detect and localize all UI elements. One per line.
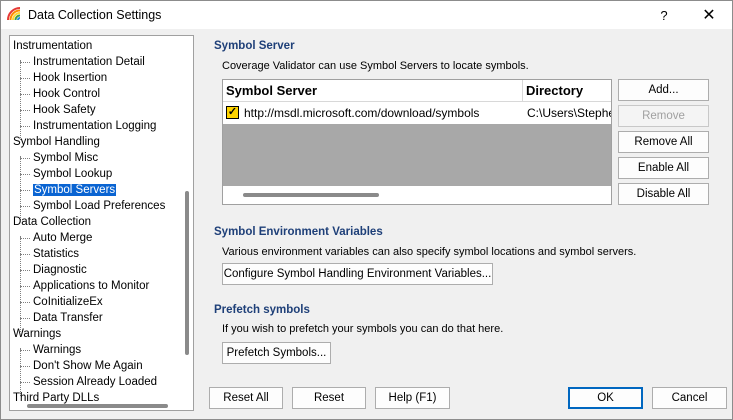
app-rainbow-icon <box>7 7 21 21</box>
title-bar: Data Collection Settings ? ✕ <box>1 1 732 29</box>
tree-horizontal-scroll-thumb[interactable] <box>27 404 168 408</box>
symbol-server-heading: Symbol Server <box>214 40 295 52</box>
prefetch-symbols-button[interactable]: Prefetch Symbols... <box>222 342 331 364</box>
ok-button[interactable]: OK <box>568 387 643 409</box>
env-vars-heading: Symbol Environment Variables <box>214 226 383 238</box>
tree-item-label: Hook Insertion <box>33 72 108 84</box>
column-header-symbol-server[interactable]: Symbol Server <box>223 80 523 102</box>
tree-item-label: Symbol Handling <box>13 136 100 148</box>
close-button[interactable]: ✕ <box>687 1 731 29</box>
cancel-button[interactable]: Cancel <box>652 387 727 409</box>
tree-item-label: Symbol Misc <box>33 152 99 164</box>
tree-item-label: Don't Show Me Again <box>33 360 143 372</box>
column-header-directory[interactable]: Directory <box>523 80 611 102</box>
tree-item-label: Data Transfer <box>33 312 103 324</box>
list-empty-area <box>223 124 611 186</box>
symbol-server-description: Coverage Validator can use Symbol Server… <box>222 60 529 72</box>
tree-child-item[interactable]: Hook Safety <box>20 102 96 118</box>
add-button[interactable]: Add... <box>618 79 709 101</box>
remove-all-button[interactable]: Remove All <box>618 131 709 153</box>
tree-child-item[interactable]: Warnings <box>19 342 82 358</box>
tree-child-item[interactable]: Symbol Misc <box>19 150 99 166</box>
symbol-server-list[interactable]: Symbol Server Directory ✓ http://msdl.mi… <box>222 79 612 205</box>
tree-child-item[interactable]: Hook Control <box>19 86 101 102</box>
tree-category-item[interactable]: Instrumentation <box>13 38 92 54</box>
help-title-button[interactable]: ? <box>642 1 686 29</box>
tree-child-item[interactable]: Session Already Loaded <box>19 374 158 390</box>
enabled-checkbox[interactable]: ✓ <box>226 106 239 119</box>
tree-item-label: Warnings <box>33 344 82 356</box>
tree-item-label: Instrumentation Detail <box>33 56 145 68</box>
tree-category-item[interactable]: Data Collection <box>13 214 91 230</box>
tree-item-label: Warnings <box>13 328 62 340</box>
disable-all-button[interactable]: Disable All <box>618 183 709 205</box>
list-horizontal-scroll-thumb[interactable] <box>243 193 379 197</box>
reset-button[interactable]: Reset <box>292 387 366 409</box>
tree-child-item[interactable]: Symbol Load Preferences <box>19 198 166 214</box>
tree-item-label: Instrumentation <box>13 40 93 52</box>
tree-item-label: Symbol Load Preferences <box>33 200 166 212</box>
tree-category-item[interactable]: Symbol Handling <box>13 134 100 150</box>
tree-item-label: Session Already Loaded <box>33 376 158 388</box>
server-url-cell: http://msdl.microsoft.com/download/symbo… <box>244 106 480 120</box>
tree-child-item[interactable]: Auto Merge <box>19 230 93 246</box>
tree-item-label: CoInitializeEx <box>33 296 103 308</box>
help-button[interactable]: Help (F1) <box>375 387 450 409</box>
tree-child-item[interactable]: Statistics <box>19 246 80 262</box>
reset-all-button[interactable]: Reset All <box>209 387 283 409</box>
tree-child-item[interactable]: Instrumentation Logging <box>19 118 157 134</box>
tree-item-label: Symbol Lookup <box>33 168 113 180</box>
tree-child-item[interactable]: Symbol Servers <box>19 182 118 198</box>
tree-item-label: Auto Merge <box>33 232 93 244</box>
tree-item-label: Symbol Servers <box>31 183 118 197</box>
tree-item-label: Hook Control <box>33 88 101 100</box>
tree-item-label: Applications to Monitor <box>33 280 150 292</box>
configure-env-vars-button[interactable]: Configure Symbol Handling Environment Va… <box>222 263 493 285</box>
tree-item-label: Data Collection <box>13 216 91 228</box>
tree-child-item[interactable]: Applications to Monitor <box>19 278 150 294</box>
tree-vertical-scroll-thumb[interactable] <box>185 191 189 355</box>
tree-item-label: Diagnostic <box>33 264 87 276</box>
tree-child-item[interactable]: Symbol Lookup <box>19 166 113 182</box>
enable-all-button[interactable]: Enable All <box>618 157 709 179</box>
directory-cell: C:\Users\Stephe <box>527 106 612 120</box>
tree-category-item[interactable]: Warnings <box>13 326 61 342</box>
tree-child-item[interactable]: Instrumentation Detail <box>20 54 145 70</box>
tree-child-item[interactable]: Hook Insertion <box>19 70 108 86</box>
list-horizontal-scrollbar[interactable] <box>223 186 611 204</box>
table-row[interactable]: ✓ http://msdl.microsoft.com/download/sym… <box>223 103 612 123</box>
tree-item-label: Instrumentation Logging <box>33 120 157 132</box>
window-title: Data Collection Settings <box>28 8 162 22</box>
prefetch-description: If you wish to prefetch your symbols you… <box>222 323 504 335</box>
env-vars-description: Various environment variables can also s… <box>222 246 637 258</box>
tree-child-item[interactable]: Data Transfer <box>20 310 103 326</box>
remove-button[interactable]: Remove <box>618 105 709 127</box>
list-header: Symbol Server Directory <box>223 80 611 102</box>
prefetch-heading: Prefetch symbols <box>214 304 310 316</box>
tree-child-item[interactable]: Diagnostic <box>20 262 87 278</box>
tree-horizontal-scrollbar[interactable] <box>10 398 182 410</box>
dialog-window: Data Collection Settings ? ✕ Instrumenta… <box>0 0 733 420</box>
tree-item-label: Statistics <box>33 248 80 260</box>
tree-vertical-scrollbar[interactable] <box>182 36 193 396</box>
tree-child-item[interactable]: CoInitializeEx <box>20 294 103 310</box>
tree-item-label: Hook Safety <box>33 104 96 116</box>
tree-child-item[interactable]: Don't Show Me Again <box>20 358 143 374</box>
settings-tree[interactable]: Instrumentation Instrumentation Detail Hoo… <box>9 35 194 411</box>
